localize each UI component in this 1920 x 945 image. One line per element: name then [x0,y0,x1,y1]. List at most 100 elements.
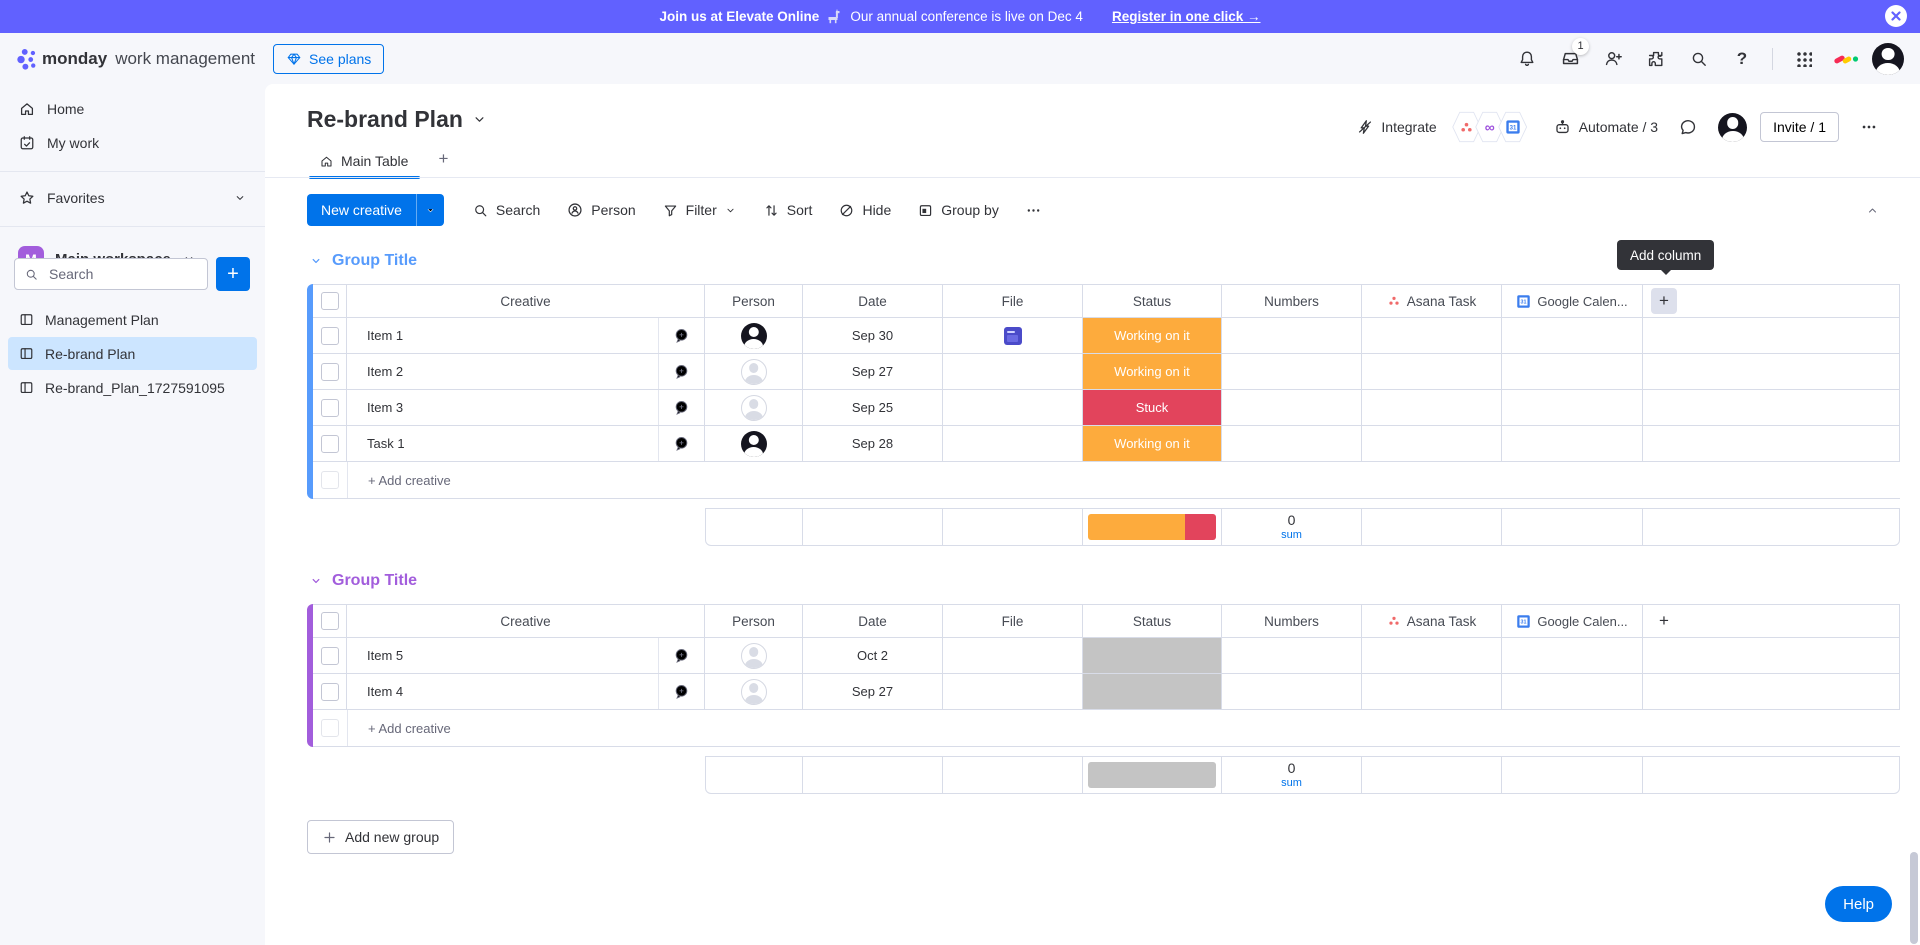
gcal-cell[interactable] [1502,318,1643,353]
add-board-button[interactable]: + [216,257,250,291]
asana-cell[interactable] [1362,354,1502,389]
asana-cell[interactable] [1362,318,1502,353]
gcal-cell[interactable] [1502,638,1643,673]
column-date[interactable]: Date [803,605,943,637]
open-item-chat-button[interactable] [658,318,704,353]
chevron-down-icon[interactable] [309,574,323,588]
notifications-button[interactable] [1510,42,1544,76]
column-person[interactable]: Person [705,605,803,637]
status-label-empty[interactable] [1083,674,1221,709]
numbers-cell[interactable] [1222,674,1362,709]
sidebar-item-favorites[interactable]: Favorites [8,183,257,213]
row-checkbox[interactable] [313,674,347,709]
new-creative-button[interactable]: New creative [307,194,444,226]
item-name[interactable]: Item 1 [347,318,658,353]
add-column-button[interactable]: + [1651,288,1677,314]
row-checkbox[interactable] [313,354,347,389]
numbers-cell[interactable] [1222,318,1362,353]
banner-register-link[interactable]: Register in one click → [1112,9,1261,24]
date-cell[interactable]: Sep 30 [803,318,943,353]
item-name[interactable]: Item 2 [347,354,658,389]
automate-button[interactable]: Automate / 3 [1553,118,1658,137]
asana-cell[interactable] [1362,390,1502,425]
sort-tool[interactable]: Sort [755,194,821,226]
sidebar-search[interactable] [14,258,208,290]
chevron-down-icon[interactable] [724,204,737,217]
column-person[interactable]: Person [705,285,803,317]
invite-button[interactable]: Invite / 1 [1760,112,1839,142]
tab-main-table[interactable]: Main Table [309,153,420,178]
sidebar-board-rebrand-plan-copy[interactable]: Re-brand_Plan_1727591095 [8,371,257,404]
item-name[interactable]: Item 4 [347,674,658,709]
item-name[interactable]: Task 1 [347,426,658,461]
row-checkbox[interactable] [313,318,347,353]
date-cell[interactable]: Sep 27 [803,674,943,709]
banner-close-button[interactable] [1885,5,1907,27]
group-by-tool[interactable]: Group by [909,194,1007,226]
date-cell[interactable]: Sep 28 [803,426,943,461]
sidebar-item-my-work[interactable]: My work [8,128,257,158]
column-gcal[interactable]: 31 Google Calen... [1502,285,1643,317]
asana-cell[interactable] [1362,638,1502,673]
help-menu-button[interactable]: ? [1725,42,1759,76]
hide-tool[interactable]: Hide [830,194,899,226]
numbers-cell[interactable] [1222,390,1362,425]
file-cell[interactable] [943,318,1083,353]
open-item-chat-button[interactable] [658,390,704,425]
date-cell[interactable]: Oct 2 [803,638,943,673]
row-checkbox[interactable] [313,390,347,425]
board-options-button[interactable] [1852,110,1886,144]
sidebar-board-rebrand-plan[interactable]: Re-brand Plan [8,337,257,370]
column-asana[interactable]: Asana Task [1362,605,1502,637]
status-distribution-bar[interactable] [1088,514,1216,540]
add-new-group-button[interactable]: Add new group [307,820,454,854]
filter-tool[interactable]: Filter [654,194,745,226]
numbers-cell[interactable] [1222,426,1362,461]
open-item-chat-button[interactable] [658,674,704,709]
person-cell[interactable] [705,354,803,389]
status-label[interactable]: Stuck [1083,390,1221,425]
column-creative[interactable]: Creative [347,605,705,637]
status-label-empty[interactable] [1083,638,1221,673]
asana-cell[interactable] [1362,426,1502,461]
add-view-button[interactable]: + [426,149,460,178]
see-plans-button[interactable]: See plans [273,44,384,74]
numbers-cell[interactable] [1222,354,1362,389]
add-creative-button[interactable]: + Add creative [348,473,451,488]
select-all-checkbox[interactable] [313,605,347,637]
new-creative-dropdown[interactable] [416,194,444,226]
column-gcal[interactable]: 31 Google Calen... [1502,605,1643,637]
numbers-sum[interactable]: 0 sum [1281,513,1302,540]
date-cell[interactable]: Sep 25 [803,390,943,425]
status-distribution-bar[interactable] [1088,762,1216,788]
column-numbers[interactable]: Numbers [1222,285,1362,317]
gcal-cell[interactable] [1502,426,1643,461]
help-button[interactable]: Help [1825,886,1892,922]
group-title-1[interactable]: Group Title [309,252,417,270]
gcal-cell[interactable] [1502,390,1643,425]
sidebar-item-home[interactable]: Home [8,94,257,124]
status-label[interactable]: Working on it [1083,354,1221,389]
person-cell[interactable] [705,390,803,425]
item-name[interactable]: Item 5 [347,638,658,673]
sidebar-search-input[interactable] [47,265,181,283]
column-numbers[interactable]: Numbers [1222,605,1362,637]
board-title[interactable]: Re-brand Plan [307,106,488,133]
item-name[interactable]: Item 3 [347,390,658,425]
chevron-down-icon[interactable] [309,254,323,268]
file-cell[interactable] [943,354,1083,389]
person-cell[interactable] [705,318,803,353]
apps-marketplace-button[interactable] [1639,42,1673,76]
person-cell[interactable] [705,638,803,673]
user-avatar[interactable] [1872,43,1904,75]
column-asana[interactable]: Asana Task [1362,285,1502,317]
search-button[interactable] [1682,42,1716,76]
status-label[interactable]: Working on it [1083,426,1221,461]
column-creative[interactable]: Creative [347,285,705,317]
open-item-chat-button[interactable] [658,426,704,461]
select-all-checkbox[interactable] [313,285,347,317]
file-cell[interactable] [943,674,1083,709]
person-filter-tool[interactable]: Person [558,194,643,226]
integrate-button[interactable]: Integrate [1356,118,1436,136]
column-file[interactable]: File [943,285,1083,317]
